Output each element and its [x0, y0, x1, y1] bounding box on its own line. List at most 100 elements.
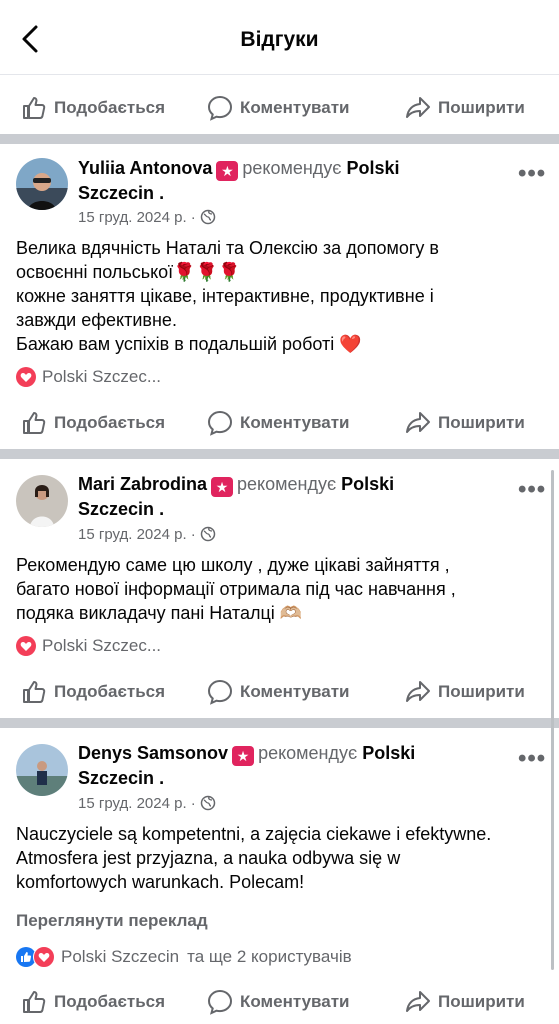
share-button[interactable]: Поширити — [404, 409, 525, 437]
comment-label: Коментувати — [240, 682, 350, 701]
text-line: Велика вдячність Наталі та Олексію за до… — [16, 238, 439, 258]
share-arrow-icon — [406, 991, 430, 1012]
like-button[interactable]: Подобається — [20, 678, 165, 706]
reactions-summary[interactable]: Polski Szczec... — [16, 367, 161, 387]
page-name-cont[interactable]: Szczecin — [78, 768, 154, 788]
top-bar: Відгуки — [0, 0, 559, 75]
author-name[interactable]: Yuliia Antonova — [78, 158, 212, 178]
share-label: Поширити — [438, 413, 525, 432]
comment-bubble-icon — [207, 679, 233, 705]
recommends-text: рекомендує — [258, 743, 358, 763]
like-label: Подобається — [54, 98, 166, 117]
like-button[interactable]: Подобається — [20, 409, 165, 437]
date-text: 15 груд. 2024 р. · — [78, 209, 196, 226]
post-date: 15 груд. 2024 р. · — [78, 209, 216, 226]
globe-icon — [200, 526, 216, 542]
reaction-names: Polski Szczecin — [61, 947, 180, 966]
star-badge-icon: ★ — [211, 477, 234, 497]
share-arrow-icon — [406, 97, 430, 118]
post-text: Рекомендую саме цю школу , дуже цікаві з… — [16, 553, 546, 625]
date-text: 15 груд. 2024 р. · — [78, 526, 196, 543]
author-name[interactable]: Mari Zabrodina — [78, 474, 207, 494]
share-button[interactable]: Поширити — [404, 988, 525, 1016]
see-translation-link[interactable]: Переглянути переклад — [16, 911, 208, 931]
text-line: komfortowych warunkach. Polecam! — [16, 872, 305, 892]
text-line: Рекомендую саме цю школу , дуже цікаві з… — [16, 555, 450, 575]
recommends-text: рекомендує — [237, 474, 337, 494]
avatar[interactable] — [16, 475, 68, 527]
post-text: Велика вдячність Наталі та Олексію за до… — [16, 236, 546, 356]
date-text: 15 груд. 2024 р. · — [78, 795, 196, 812]
reactions-summary[interactable]: Polski Szczecin та ще 2 користувачів — [16, 946, 352, 968]
scrollbar[interactable] — [551, 470, 554, 970]
like-label: Подобається — [54, 413, 166, 432]
reaction-others: та ще 2 користувачів — [187, 947, 352, 966]
post-header: Denys Samsonov ★ рекомендує Polski Szczeci… — [78, 743, 416, 788]
globe-icon — [200, 795, 216, 811]
like-label: Подобається — [54, 682, 166, 701]
comment-button[interactable]: Коментувати — [206, 94, 350, 122]
page-name[interactable]: Polski — [341, 474, 394, 494]
author-name[interactable]: Denys Samsonov — [78, 743, 228, 763]
like-button[interactable]: Подобається — [20, 988, 165, 1016]
divider — [0, 718, 559, 728]
text-line: Nauczyciele są kompetentni, a zajęcia ci… — [16, 824, 492, 844]
page-name[interactable]: Polski — [362, 743, 415, 763]
comment-bubble-icon — [207, 989, 233, 1015]
share-button[interactable]: Поширити — [404, 94, 525, 122]
avatar[interactable] — [16, 158, 68, 210]
share-button[interactable]: Поширити — [404, 678, 525, 706]
thumbs-up-icon — [23, 681, 46, 703]
like-label: Подобається — [54, 992, 166, 1011]
share-arrow-icon — [406, 681, 430, 702]
page-name-cont[interactable]: Szczecin — [78, 183, 154, 203]
comment-bubble-icon — [207, 410, 233, 436]
globe-icon — [200, 209, 216, 225]
recommends-text: рекомендує — [242, 158, 342, 178]
love-reaction-icon — [16, 367, 36, 387]
comment-bubble-icon — [207, 95, 233, 121]
share-label: Поширити — [438, 992, 525, 1011]
comment-label: Коментувати — [240, 992, 350, 1011]
reactions-summary[interactable]: Polski Szczec... — [16, 636, 161, 656]
text-line: багато нової інформації отримала під час… — [16, 579, 456, 599]
thumbs-up-icon — [23, 412, 46, 434]
reaction-names: Polski Szczec... — [42, 367, 162, 386]
love-reaction-icon — [16, 636, 36, 656]
love-reaction-icon — [33, 946, 55, 968]
avatar[interactable] — [16, 744, 68, 796]
more-dots-icon[interactable]: ••• — [518, 745, 546, 773]
thumbs-up-icon — [23, 97, 46, 119]
comment-button[interactable]: Коментувати — [206, 678, 350, 706]
more-dots-icon[interactable]: ••• — [518, 476, 546, 504]
post-text: Nauczyciele są kompetentni, a zajęcia ci… — [16, 822, 546, 894]
divider — [0, 449, 559, 459]
comment-label: Коментувати — [240, 98, 350, 117]
reaction-names: Polski Szczec... — [42, 636, 162, 655]
more-dots-icon[interactable]: ••• — [518, 160, 546, 188]
star-badge-icon: ★ — [216, 161, 239, 181]
text-line: кожне заняття цікаве, інтерактивне, прод… — [16, 286, 434, 306]
text-line: Atmosfera jest przyjazna, a nauka odbywa… — [16, 848, 401, 868]
text-line: Бажаю вам успіхів в подальшій роботі ❤️ — [16, 334, 362, 354]
text-line: освоєнні польської🌹🌹🌹 — [16, 262, 241, 282]
page-name-cont[interactable]: Szczecin — [78, 499, 154, 519]
share-label: Поширити — [438, 98, 525, 117]
page-name[interactable]: Polski — [347, 158, 400, 178]
star-badge-icon: ★ — [232, 746, 255, 766]
post-date: 15 груд. 2024 р. · — [78, 795, 216, 812]
text-line: подяка викладачу пані Наталці 🫶🏼 — [16, 603, 303, 623]
post-date: 15 груд. 2024 р. · — [78, 526, 216, 543]
comment-button[interactable]: Коментувати — [206, 988, 350, 1016]
share-arrow-icon — [406, 412, 430, 433]
comment-label: Коментувати — [240, 413, 350, 432]
post-header: Mari Zabrodina ★ рекомендує Polski Szczeci… — [78, 474, 395, 519]
post-header: Yuliia Antonova ★ рекомендує Polski Szczec… — [78, 158, 400, 203]
like-button[interactable]: Подобається — [20, 94, 165, 122]
thumbs-up-icon — [23, 991, 46, 1013]
divider — [0, 134, 559, 144]
comment-button[interactable]: Коментувати — [206, 409, 350, 437]
page-title: Відгуки — [240, 28, 319, 51]
share-label: Поширити — [438, 682, 525, 701]
text-line: завжди ефективне. — [16, 310, 177, 330]
